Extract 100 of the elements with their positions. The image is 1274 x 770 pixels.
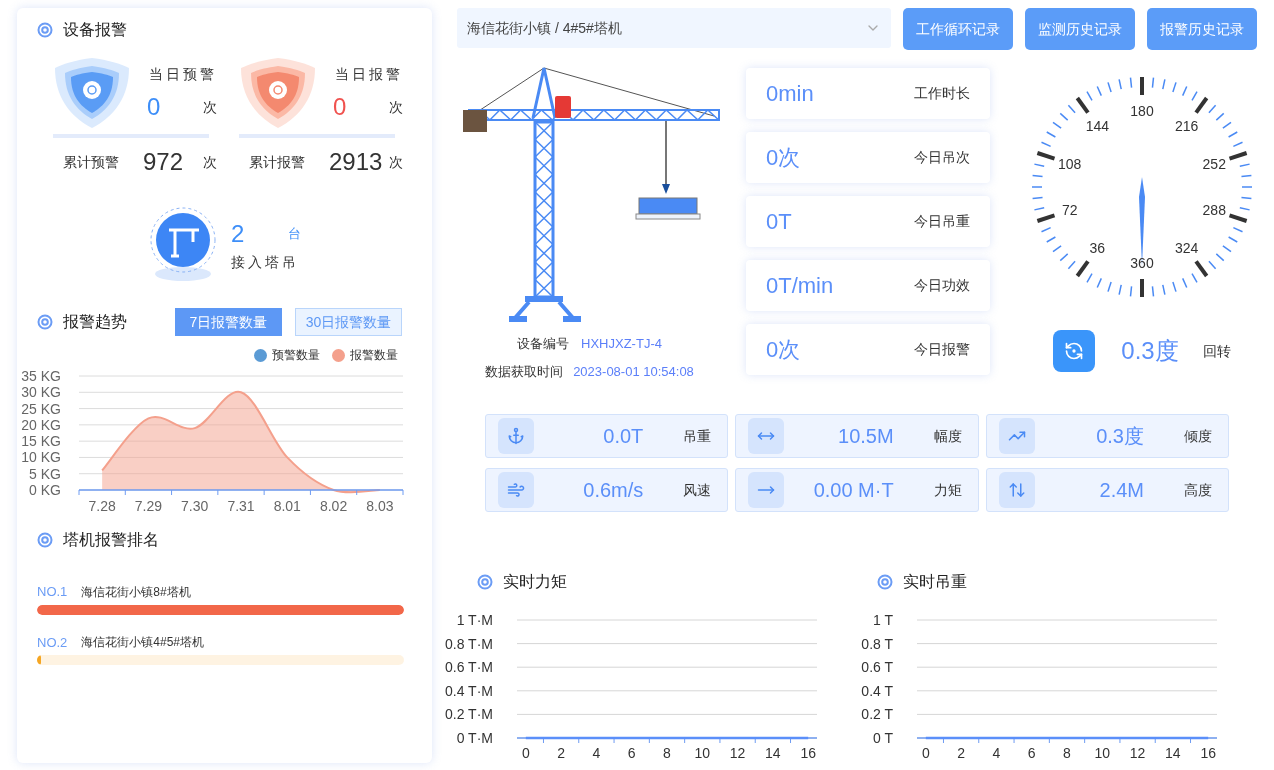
- axis-label: 0 KG: [29, 482, 61, 498]
- crane-name: 海信花街小镇8#塔机: [81, 583, 191, 601]
- legend-label: 报警数量: [350, 347, 398, 364]
- sensor-value: 0.3度: [1096, 424, 1144, 449]
- axis-label: 6: [627, 745, 636, 760]
- axis-label: 14: [1165, 745, 1181, 760]
- rotation-value: 0.3度: [1121, 336, 1179, 366]
- stat-label: 累计报警: [249, 152, 306, 172]
- section-title: 塔机报警排名: [63, 530, 159, 550]
- sensor-label: 力矩: [933, 480, 962, 500]
- axis-label: 0 T·M: [456, 730, 493, 746]
- stat-label: 累计预警: [63, 152, 120, 172]
- unit-label: 次: [203, 97, 217, 117]
- device-select[interactable]: 海信花街小镇 / 4#5#塔机: [457, 8, 892, 48]
- legend-label: 预警数量: [272, 347, 320, 364]
- sensor-value: 10.5M: [838, 424, 894, 449]
- shield-icon: [239, 56, 317, 130]
- axis-label: 0: [921, 745, 930, 760]
- target-icon: [37, 532, 53, 548]
- sensor-value: 0.0T: [603, 424, 644, 449]
- axis-label: 10: [1094, 745, 1111, 760]
- record-button[interactable]: 报警历史记录: [1147, 8, 1257, 50]
- axis-label: 0.8 T·M: [445, 635, 493, 652]
- dial-label: 360: [1130, 256, 1154, 270]
- stat-value: 0: [333, 92, 347, 122]
- axis-label: 8.03: [366, 498, 394, 514]
- axis-label: 0.6 T: [861, 659, 893, 676]
- crane-name: 海信花街小镇4#5#塔机: [81, 634, 205, 652]
- axis-label: 16: [1200, 745, 1216, 760]
- stat-value: 0T: [766, 208, 792, 236]
- count-value: 2: [231, 218, 245, 249]
- stat-label: 当日预警: [148, 65, 217, 84]
- axis-label: 0.2 T: [861, 706, 893, 723]
- record-button[interactable]: 监测历史记录: [1025, 8, 1136, 50]
- range-tab[interactable]: 7日报警数量: [175, 308, 282, 336]
- axis-label: 0.4 T·M: [445, 682, 493, 699]
- stat-value: 0T/min: [766, 272, 834, 300]
- dial-label: 288: [1202, 203, 1226, 218]
- shield-icon: [53, 56, 131, 130]
- sensor-label: 风速: [683, 480, 712, 500]
- axis-label: 10 KG: [21, 449, 61, 466]
- axis-label: 25 KG: [21, 400, 61, 417]
- stat-value: 0次: [766, 144, 801, 172]
- axis-label: 4: [592, 745, 601, 760]
- stat-value: 0min: [766, 80, 814, 108]
- axis-label: 7.31: [227, 498, 255, 514]
- stat-value: 2913: [329, 147, 384, 177]
- axis-label: 2: [557, 745, 565, 760]
- sensor-label: 幅度: [933, 426, 962, 446]
- axis-label: 12: [729, 745, 746, 760]
- unit-label: 次: [389, 152, 403, 172]
- rotation-label: 回转: [1202, 341, 1231, 361]
- dial-label: 216: [1175, 118, 1199, 133]
- axis-label: 20 KG: [21, 416, 61, 433]
- axis-label: 8.01: [273, 498, 301, 514]
- axis-label: 2: [957, 745, 965, 760]
- axis-label: 16: [800, 745, 816, 760]
- range-tab[interactable]: 30日报警数量: [295, 308, 402, 336]
- sensor-value: 0.00 M·T: [813, 478, 894, 503]
- device-id: HXHJXZ-TJ-4: [581, 335, 662, 353]
- axis-label: 0.8 T: [861, 635, 893, 652]
- axis-label: 4: [992, 745, 1001, 760]
- dial-label: 144: [1085, 118, 1109, 133]
- sensor-label: 倾度: [1184, 426, 1212, 446]
- axis-label: 1 T·M: [456, 612, 493, 628]
- axis-label: 8: [663, 745, 671, 760]
- axis-label: 0.4 T: [861, 682, 893, 699]
- section-title: 设备报警: [63, 20, 127, 40]
- axis-label: 0.6 T·M: [445, 659, 493, 676]
- stat-label: 今日吊重: [914, 212, 970, 231]
- axis-label: 5 KG: [29, 465, 61, 482]
- unit-label: 次: [389, 97, 403, 117]
- stat-label: 今日报警: [914, 340, 970, 359]
- axis-label: 10: [694, 745, 711, 760]
- stat-value: 0次: [766, 336, 801, 364]
- stat-label: 今日功效: [914, 276, 970, 295]
- axis-label: 7.30: [181, 498, 209, 514]
- rank-label: NO.2: [37, 633, 68, 652]
- stat-label: 当日报警: [334, 65, 403, 84]
- section-title: 实时力矩: [503, 572, 567, 592]
- field-label: 数据获取时间: [485, 362, 564, 381]
- target-icon: [37, 22, 53, 38]
- stat-value: 972: [143, 147, 185, 177]
- dial-label: 324: [1175, 241, 1199, 256]
- axis-label: 8: [1063, 745, 1071, 760]
- axis-label: 1 T: [873, 612, 893, 628]
- section-title: 报警趋势: [63, 312, 127, 332]
- axis-label: 7.28: [88, 498, 116, 514]
- rotate-button[interactable]: [1053, 330, 1096, 372]
- target-icon: [877, 574, 893, 590]
- dial-label: 36: [1089, 241, 1106, 256]
- axis-label: 7.29: [134, 498, 163, 514]
- count-label: 接入塔吊: [231, 252, 300, 272]
- dial-label: 252: [1202, 156, 1226, 171]
- sensor-value: 2.4M: [1099, 478, 1144, 503]
- record-button[interactable]: 工作循环记录: [903, 8, 1014, 50]
- axis-label: 8.02: [319, 498, 348, 514]
- axis-label: 35 KG: [21, 368, 61, 384]
- anchor-icon: [507, 427, 525, 445]
- axis-label: 12: [1129, 745, 1146, 760]
